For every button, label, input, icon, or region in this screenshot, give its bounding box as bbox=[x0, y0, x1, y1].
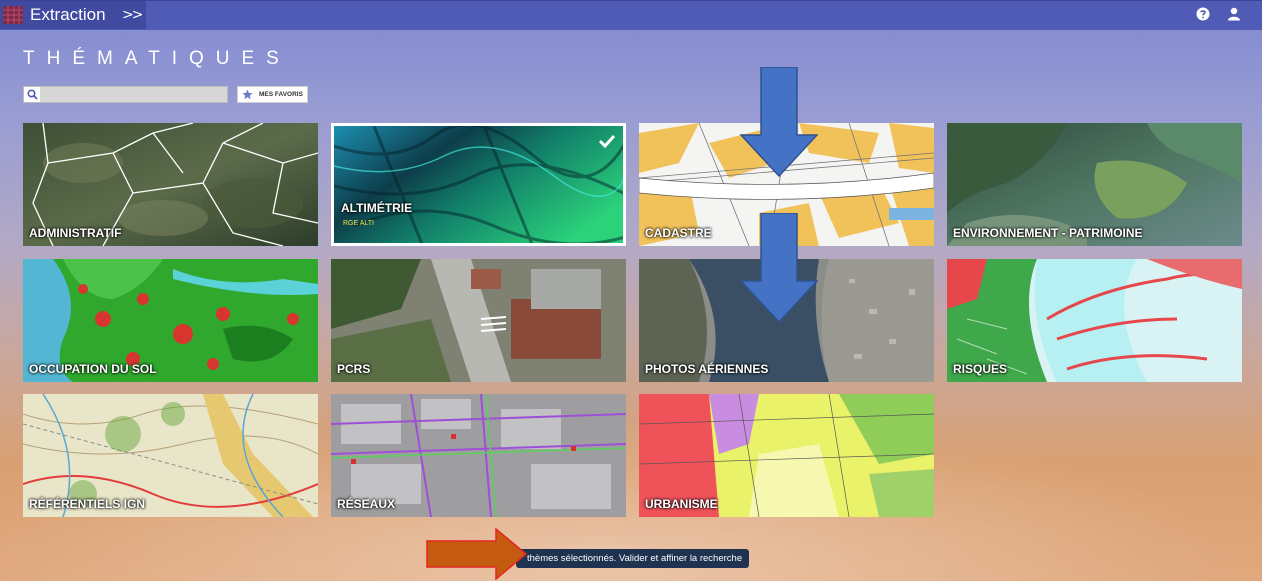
tile-label: RÉSEAUX bbox=[337, 497, 396, 511]
search-input[interactable] bbox=[42, 87, 227, 102]
tile-label: CADASTRE bbox=[645, 226, 712, 240]
app-brand[interactable]: Extraction >> bbox=[0, 1, 146, 29]
tile-occupation-du-sol[interactable]: OCCUPATION DU SOL bbox=[23, 259, 318, 382]
app-logo-icon bbox=[3, 6, 23, 24]
selection-message: thèmes sélectionnés. Valider et affiner … bbox=[527, 553, 743, 564]
tile-label: ADMINISTRATIF bbox=[29, 226, 122, 240]
annotation-down-arrow-icon bbox=[740, 213, 818, 323]
user-icon[interactable] bbox=[1227, 7, 1241, 21]
tile-urbanisme[interactable]: URBANISME bbox=[639, 394, 934, 517]
tile-label: PCRS bbox=[337, 362, 371, 376]
app-title: Extraction bbox=[30, 5, 106, 24]
top-bar: Extraction >> bbox=[0, 0, 1262, 30]
annotation-right-arrow-icon bbox=[426, 528, 528, 580]
tile-pcrs[interactable]: PCRS bbox=[331, 259, 626, 382]
favorites-button[interactable]: MES FAVORIS bbox=[237, 86, 308, 103]
tile-referentiels-ign[interactable]: RÉFÉRENTIELS IGN bbox=[23, 394, 318, 517]
search-box bbox=[23, 86, 228, 103]
tile-administratif[interactable]: ADMINISTRATIF bbox=[23, 123, 318, 246]
tile-risques[interactable]: RISQUES bbox=[947, 259, 1242, 382]
tile-reseaux[interactable]: RÉSEAUX bbox=[331, 394, 626, 517]
search-button[interactable] bbox=[24, 87, 40, 102]
pcrs-aerial-thumbnail bbox=[331, 259, 626, 382]
elevation-map-thumbnail bbox=[334, 126, 623, 243]
tile-label: PHOTOS AÉRIENNES bbox=[645, 362, 769, 376]
selection-validate-button[interactable]: thèmes sélectionnés. Valider et affiner … bbox=[516, 549, 749, 568]
page-title: THÉMATIQUES bbox=[23, 48, 291, 69]
checkmark-icon bbox=[598, 134, 616, 148]
search-icon bbox=[26, 89, 38, 100]
help-icon[interactable] bbox=[1196, 7, 1210, 21]
tile-label: ENVIRONNEMENT - PATRIMOINE bbox=[953, 226, 1143, 240]
tile-label: RISQUES bbox=[953, 362, 1008, 376]
tile-label: URBANISME bbox=[645, 497, 718, 511]
tile-sublabel: RGE ALTI bbox=[343, 220, 374, 227]
sidebar-toggle-button[interactable]: >> bbox=[122, 7, 144, 23]
star-icon bbox=[242, 89, 253, 100]
tile-label: RÉFÉRENTIELS IGN bbox=[29, 497, 146, 511]
annotation-down-arrow-icon bbox=[740, 67, 818, 177]
tile-label: ALTIMÉTRIE bbox=[341, 201, 413, 215]
tile-label: OCCUPATION DU SOL bbox=[29, 362, 157, 376]
tile-environnement-patrimoine[interactable]: ENVIRONNEMENT - PATRIMOINE bbox=[947, 123, 1242, 246]
favorites-label: MES FAVORIS bbox=[259, 91, 303, 98]
tile-altimetrie[interactable]: ALTIMÉTRIE RGE ALTI bbox=[331, 123, 626, 246]
